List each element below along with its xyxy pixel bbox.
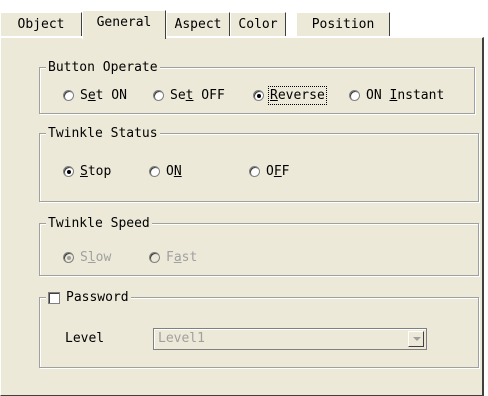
radio-twinkle-off-label: OFF [266,164,290,179]
tab-aspect[interactable]: Aspect [166,12,230,36]
radio-reverse-indicator[interactable] [253,90,264,101]
tab-strip: Object General Aspect Color Position [0,10,488,39]
radio-set-on-label: Set ON [80,88,127,103]
radio-set-on-indicator[interactable] [63,90,74,101]
radio-stop-label: Stop [80,164,112,179]
radio-reverse[interactable]: Reverse [253,86,327,105]
radio-fast-indicator [149,252,160,263]
button-operate-group: Button Operate [39,60,475,114]
radio-slow: Slow [63,250,111,265]
radio-twinkle-on-indicator[interactable] [149,166,160,177]
password-checkbox[interactable] [48,291,60,304]
radio-reverse-label: Reverse [268,86,327,105]
twinkle-status-legend: Twinkle Status [46,126,160,141]
level-select-value: Level1 [158,331,205,346]
radio-on-instant[interactable]: ON Instant [349,88,444,103]
radio-twinkle-on-label: ON [166,164,182,179]
radio-slow-label: Slow [80,250,112,265]
radio-set-off[interactable]: Set OFF [153,88,225,103]
radio-fast: Fast [149,250,197,265]
radio-twinkle-off[interactable]: OFF [249,164,289,179]
twinkle-speed-legend: Twinkle Speed [46,216,152,231]
radio-set-on[interactable]: Set ON [63,88,127,103]
tab-position[interactable]: Position [296,12,390,36]
radio-twinkle-off-indicator[interactable] [249,166,260,177]
button-operate-legend: Button Operate [46,60,160,75]
level-select: Level1 [153,328,427,350]
tab-color[interactable]: Color [230,12,286,36]
password-legend: Password [46,290,131,305]
general-tab-panel: Button Operate Set ON Set OFF Reverse ON… [0,37,484,396]
radio-fast-label: Fast [166,250,198,265]
radio-set-off-label: Set OFF [170,88,225,103]
properties-dialog: Object General Aspect Color Position But… [0,0,488,396]
radio-twinkle-on[interactable]: ON [149,164,182,179]
radio-on-instant-label: ON Instant [366,88,445,103]
radio-on-instant-indicator[interactable] [349,90,360,101]
twinkle-speed-group: Twinkle Speed [39,216,479,276]
radio-slow-indicator [63,252,74,263]
tab-general[interactable]: General [82,10,166,39]
radio-stop[interactable]: Stop [63,164,111,179]
password-checkbox-label: Password [66,290,129,305]
radio-stop-indicator[interactable] [63,166,74,177]
chevron-down-icon [408,331,424,347]
radio-set-off-indicator[interactable] [153,90,164,101]
level-label: Level [65,331,105,346]
tab-object[interactable]: Object [0,12,82,36]
